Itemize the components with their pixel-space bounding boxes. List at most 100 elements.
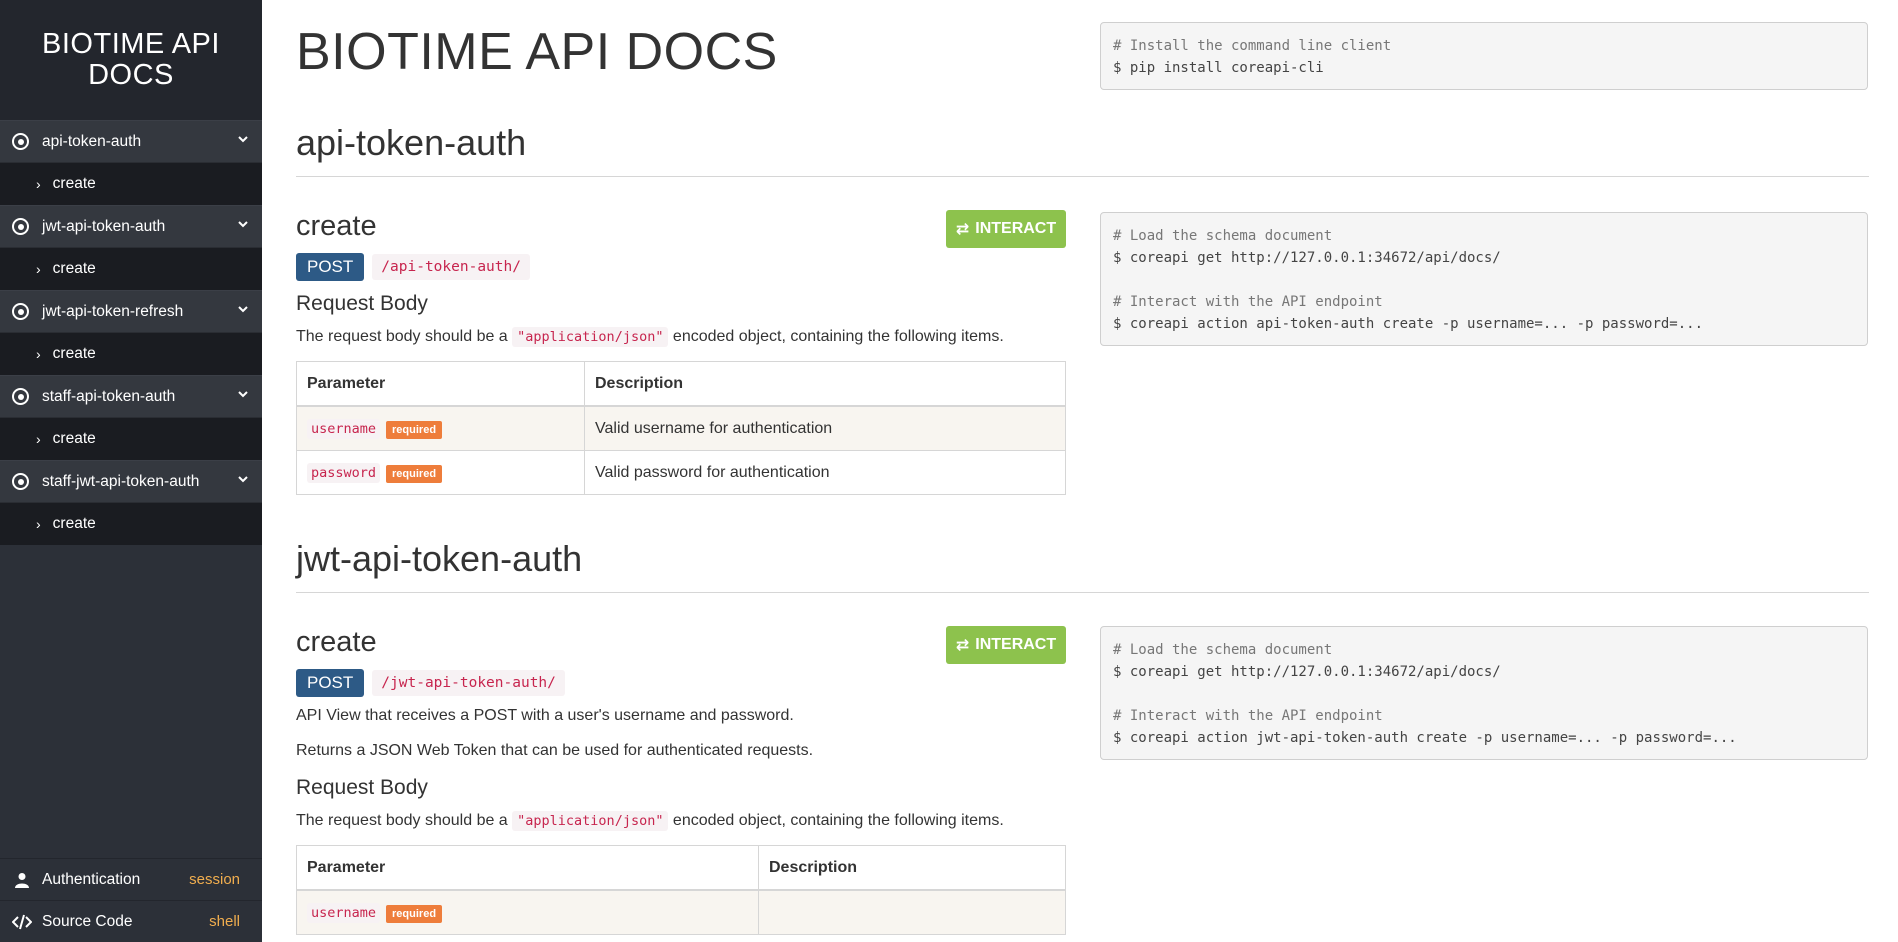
request-body-title: Request Body [296,292,428,315]
nav-item-staff-api-token-auth-create[interactable]: › create [0,417,262,460]
chevron-right-icon: › [36,516,41,532]
endpoint-description: Returns a JSON Web Token that can be use… [296,742,814,759]
authentication-label: Authentication [42,870,141,888]
nav-item-jwt-api-token-auth-create[interactable]: › create [0,247,262,290]
param-description: Valid password for authentication [584,450,1066,495]
nav-item-staff-jwt-api-token-auth-create[interactable]: › create [0,502,262,545]
nav-group: staff-jwt-api-token-auth › create [0,460,262,545]
code-line: # Load the schema document [1113,228,1333,244]
swap-arrows-icon: ⇄ [955,221,970,238]
content-type-code: "application/json" [512,811,669,831]
code-line: # Load the schema document [1113,642,1333,658]
brand-title: BIOTIME API DOCS [0,0,262,120]
table-header-row: Parameter Description [296,845,1066,891]
nav-group-staff-api-token-auth[interactable]: staff-api-token-auth [0,375,262,417]
param-name: username [307,902,381,923]
code-line: $ coreapi get http://127.0.0.1:34672/api… [1113,664,1501,680]
params-table: Parameter Description username required V… [296,361,1066,495]
endpoint-title: create [296,210,377,242]
column-header: Description [584,361,1066,407]
authentication-row[interactable]: Authentication session [0,858,262,900]
content-type-code: "application/json" [512,327,669,347]
nav-item-label: create [52,175,96,192]
method-badge: POST [296,253,365,281]
source-code-row[interactable]: Source Code shell [0,900,262,942]
code-line: $ coreapi get http://127.0.0.1:34672/api… [1113,250,1501,266]
chevron-down-icon [238,476,248,483]
nav-group-label: staff-jwt-api-token-auth [42,472,200,490]
nav-item-label: create [52,345,96,362]
target-icon [12,388,29,405]
endpoint-code-block: # Load the schema document $ coreapi get… [1100,212,1868,346]
request-body-text: The request body should be a "applicatio… [296,327,1004,347]
param-cell: password required [296,450,585,495]
interact-button[interactable]: ⇄ INTERACT [946,210,1066,248]
param-cell: username required [296,889,759,935]
interact-button[interactable]: ⇄ INTERACT [946,626,1066,664]
section-title-jwt-api-token-auth: jwt-api-token-auth [296,538,1869,593]
nav-item-label: create [52,260,96,277]
nav-group-jwt-api-token-refresh[interactable]: jwt-api-token-refresh [0,290,262,332]
nav-group-staff-jwt-api-token-auth[interactable]: staff-jwt-api-token-auth [0,460,262,502]
sidebar: BIOTIME API DOCS api-token-auth › create… [0,0,262,942]
chevron-right-icon: › [36,261,41,277]
nav-group-jwt-api-token-auth[interactable]: jwt-api-token-auth [0,205,262,247]
section-title-api-token-auth: api-token-auth [296,122,1869,177]
required-badge: required [386,464,443,483]
column-header: Description [758,845,1066,891]
required-badge: required [386,420,443,439]
nav-group: staff-api-token-auth › create [0,375,262,460]
code-line: $ pip install coreapi-cli [1113,60,1324,76]
param-cell: username required [296,405,585,451]
param-description: Valid username for authentication [584,405,1066,451]
target-icon [12,133,29,150]
column-header: Parameter [296,361,585,407]
table-header-row: Parameter Description [296,361,1066,407]
request-body-text: The request body should be a "applicatio… [296,811,1004,831]
nav-group: jwt-api-token-refresh › create [0,290,262,375]
chevron-right-icon: › [36,431,41,447]
chevron-right-icon: › [36,346,41,362]
target-icon [12,303,29,320]
nav-item-label: create [52,430,96,447]
authentication-value[interactable]: session [189,871,240,888]
chevron-down-icon [238,306,248,313]
params-table: Parameter Description username required [296,845,1066,935]
nav-group-api-token-auth[interactable]: api-token-auth [0,120,262,162]
code-line: $ coreapi action jwt-api-token-auth crea… [1113,730,1737,746]
endpoint-description: API View that receives a POST with a use… [296,707,794,724]
source-code-value[interactable]: shell [209,913,240,930]
table-row: username required Valid username for auth… [296,405,1066,451]
target-icon [12,218,29,235]
nav-group-label: jwt-api-token-auth [42,217,166,235]
endpoint-signature: POST /jwt-api-token-auth/ [296,669,565,697]
nav-item-jwt-api-token-refresh-create[interactable]: › create [0,332,262,375]
column-header: Parameter [296,845,759,891]
table-row: password required Valid password for auth… [296,450,1066,495]
request-body-text-pre: The request body should be a [296,328,513,345]
nav-group: jwt-api-token-auth › create [0,205,262,290]
endpoint-signature: POST /api-token-auth/ [296,253,530,281]
endpoint-title: create [296,626,377,658]
nav-group: api-token-auth › create [0,120,262,205]
code-line: # Interact with the API endpoint [1113,294,1383,310]
nav-group-label: staff-api-token-auth [42,387,176,405]
nav-item-api-token-auth-create[interactable]: › create [0,162,262,205]
nav-group-label: api-token-auth [42,132,142,150]
param-description [758,889,1066,935]
interact-label: INTERACT [975,220,1057,237]
source-code-label: Source Code [42,912,133,930]
request-body-text-post: encoded object, containing the following… [668,328,1004,345]
param-name: password [307,462,381,483]
nav-item-label: create [52,515,96,532]
code-icon [12,914,32,930]
endpoint-code-block: # Load the schema document $ coreapi get… [1100,626,1868,760]
required-badge: required [386,904,443,923]
endpoint-path: /jwt-api-token-auth/ [372,670,565,696]
chevron-down-icon [238,221,248,228]
param-name: username [307,418,381,439]
install-code-block: # Install the command line client $ pip … [1100,22,1868,90]
code-line: $ coreapi action api-token-auth create -… [1113,316,1704,332]
table-row: username required [296,889,1066,935]
nav-group-label: jwt-api-token-refresh [42,302,184,320]
